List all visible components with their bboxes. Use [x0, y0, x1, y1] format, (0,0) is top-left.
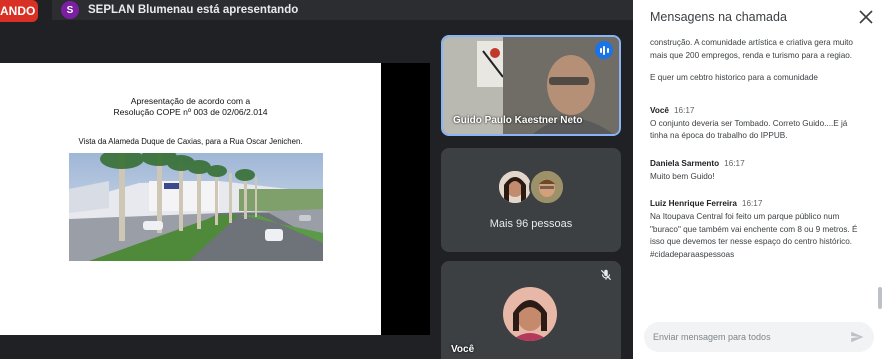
participant-avatars — [497, 169, 569, 205]
mic-off-icon — [600, 269, 612, 281]
chat-message: Daniela Sarmento 16:17 Muito bem Guido! — [650, 156, 865, 184]
slide-caption: Vista da Alameda Duque de Caxias, para a… — [78, 137, 303, 146]
chat-sender: Luiz Henrique Ferreira — [650, 199, 737, 208]
chat-input-box — [644, 322, 874, 352]
avatar — [529, 169, 565, 205]
presentation-slide: Apresentação de acordo com a Resolução C… — [0, 63, 381, 335]
chat-sender: Daniela Sarmento — [650, 158, 720, 168]
chat-timestamp: 16:17 — [724, 158, 745, 168]
send-icon[interactable] — [850, 330, 864, 344]
presenter-bar: S SEPLAN Blumenau está apresentando — [52, 0, 633, 20]
presentation-stage: Apresentação de acordo com a Resolução C… — [0, 63, 430, 335]
chat-messages: construção. A comunidade artística e cri… — [650, 37, 865, 274]
slide-title-line2: Resolução COPE nº 003 de 02/06/2.014 — [113, 107, 268, 117]
chat-title: Mensagens na chamada — [650, 10, 787, 24]
slide-rendering-image — [69, 153, 323, 261]
close-icon[interactable] — [859, 10, 873, 24]
chat-message-text: Na Itoupava Central foi feito um parque … — [650, 212, 858, 259]
more-people-label: Mais 96 pessoas — [489, 218, 573, 230]
chat-sender: Você — [650, 105, 669, 115]
chat-message-text: E quer um cebtro historico para a comuni… — [650, 73, 818, 82]
chat-scrollbar[interactable] — [878, 287, 882, 309]
slide-title-line1: Apresentação de acordo com a — [130, 96, 251, 106]
speaking-indicator-icon — [595, 41, 613, 59]
chat-message-input[interactable] — [653, 329, 838, 345]
chat-message: Luiz Henrique Ferreira 16:17 Na Itoupava … — [650, 196, 865, 261]
chat-message-text: O conjunto deveria ser Tombado. Correto … — [650, 118, 848, 141]
participant-tile-speaker[interactable]: Guido Paulo Kaestner Neto — [441, 35, 621, 136]
chat-message-text: Muito bem Guido! — [650, 171, 715, 181]
participant-tile-more[interactable]: Mais 96 pessoas — [441, 148, 621, 252]
self-avatar — [503, 287, 557, 341]
self-name: Você — [451, 344, 475, 355]
chat-timestamp: 16:17 — [673, 105, 695, 115]
chat-panel: Mensagens na chamada construção. A comun… — [633, 0, 891, 359]
recording-label: ANDO — [0, 4, 36, 18]
meet-window: ANDO S SEPLAN Blumenau está apresentando… — [0, 0, 891, 359]
avatar — [497, 169, 533, 205]
chat-message: Você 16:17 O conjunto deveria ser Tombado… — [650, 103, 865, 143]
speaker-name: Guido Paulo Kaestner Neto — [453, 115, 583, 126]
chat-message-text: construção. A comunidade artística e cri… — [650, 38, 853, 60]
participant-tile-self[interactable]: Você — [441, 261, 621, 359]
presenter-text: SEPLAN Blumenau está apresentando — [88, 4, 299, 16]
chat-timestamp: 16:17 — [741, 199, 763, 208]
presenter-avatar: S — [61, 1, 79, 19]
recording-badge: ANDO — [0, 0, 38, 22]
